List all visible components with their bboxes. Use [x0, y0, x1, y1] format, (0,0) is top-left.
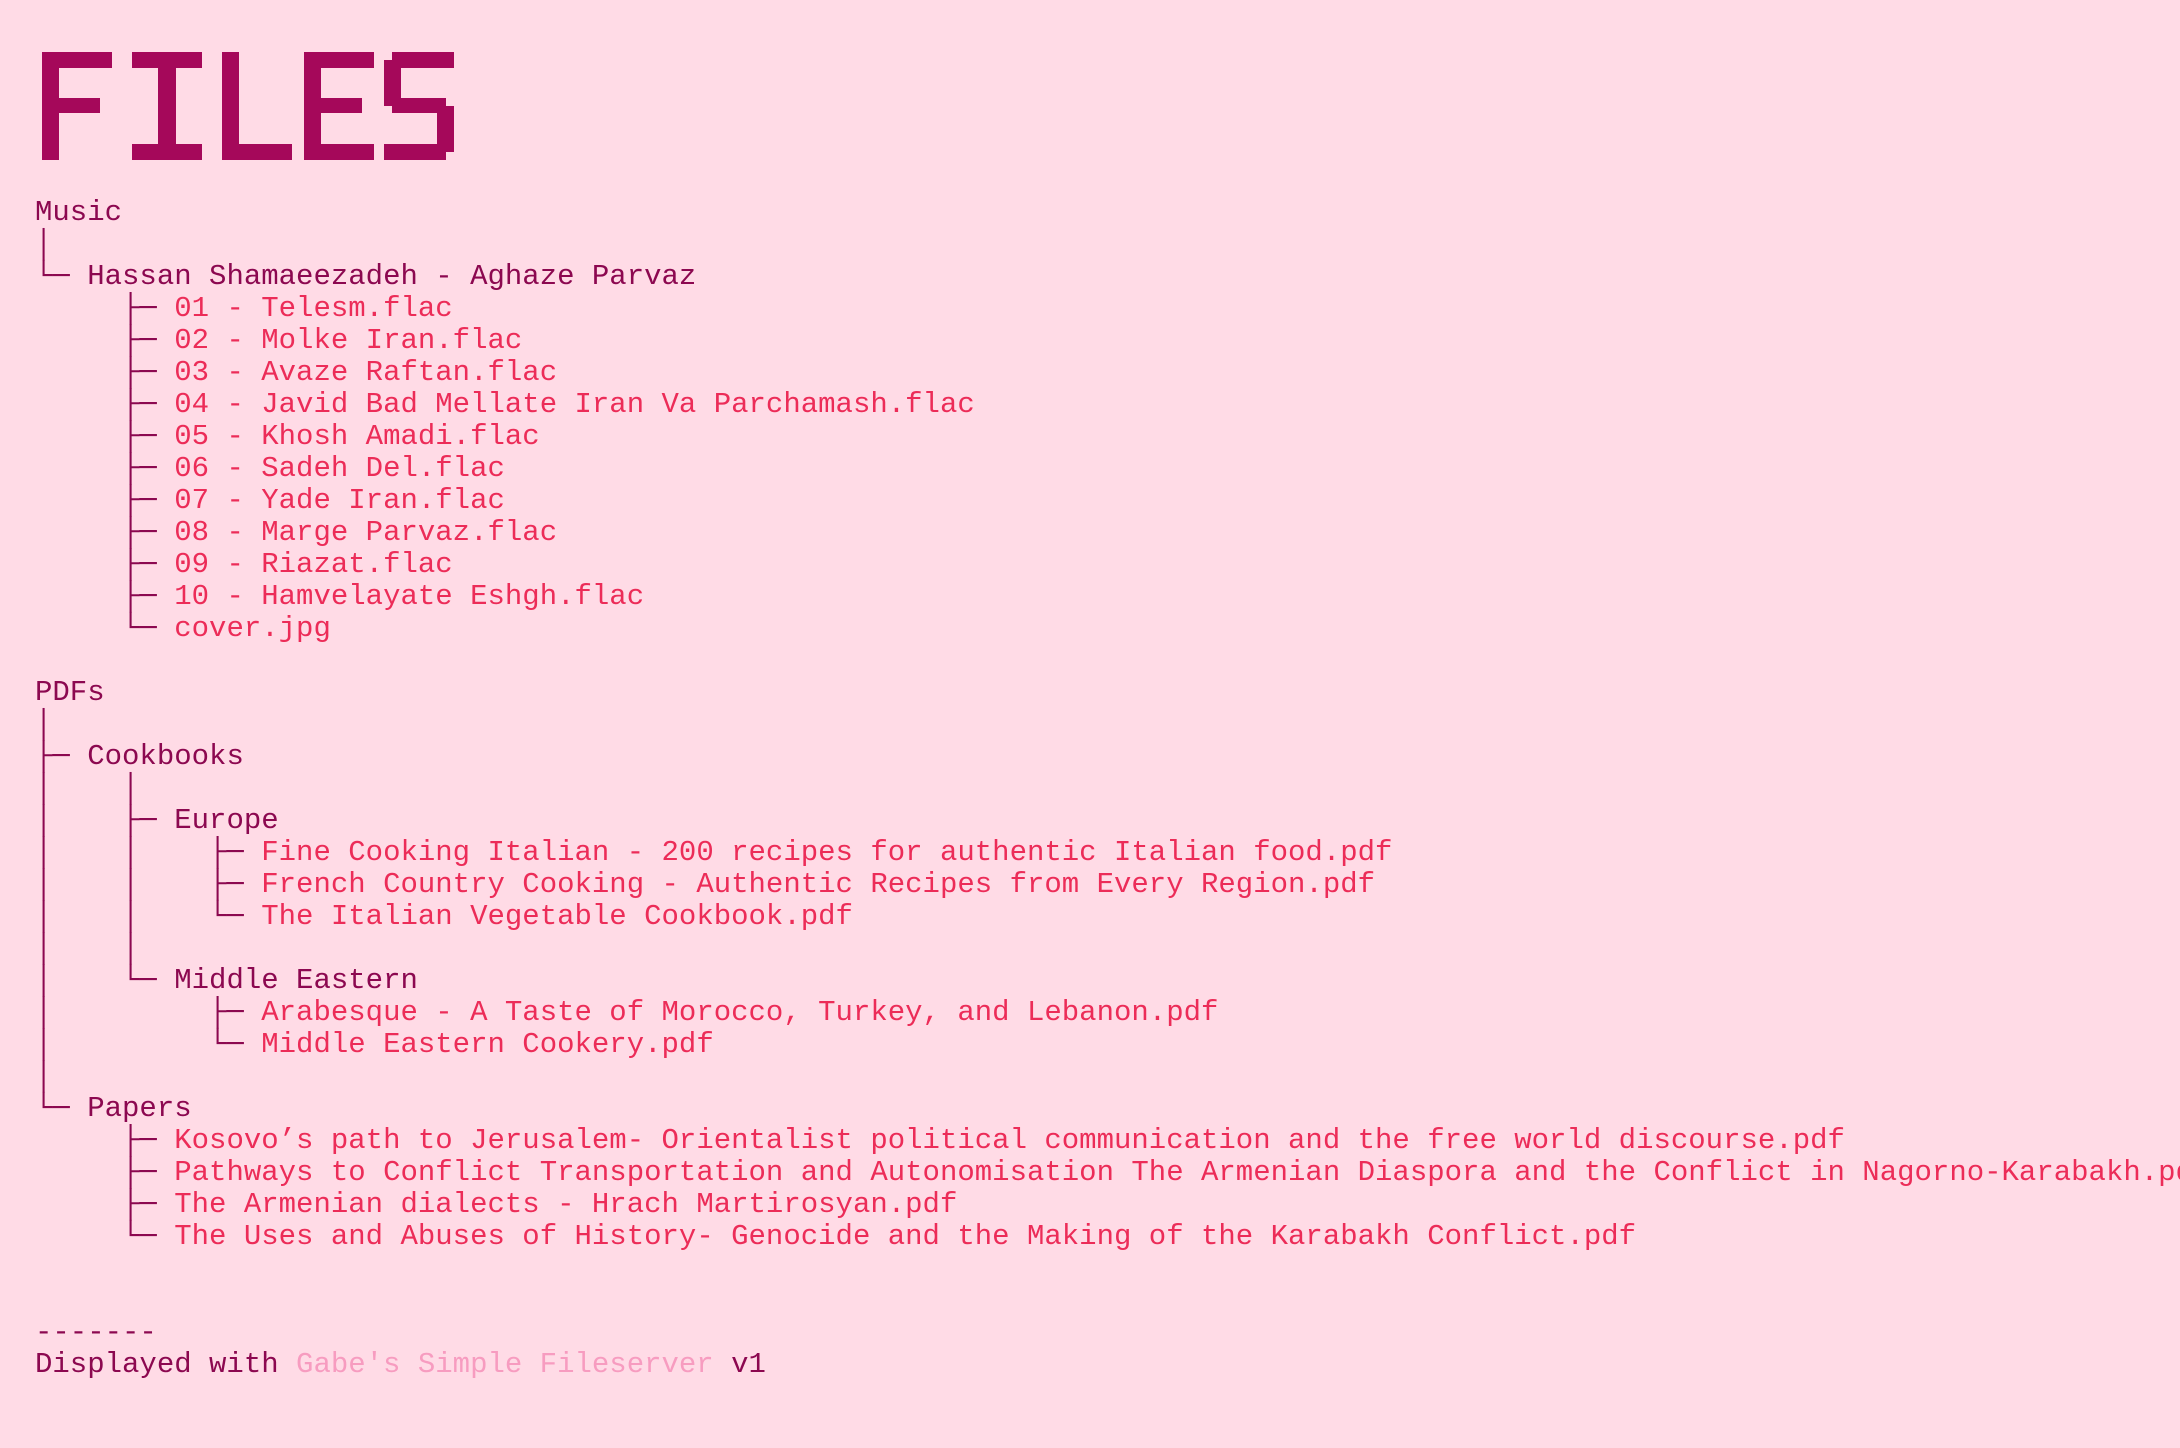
- tree-connector: ├─: [35, 324, 175, 357]
- file-link[interactable]: Pathways to Conflict Transportation and …: [174, 1156, 2180, 1189]
- tree-connector: ├─: [35, 356, 175, 389]
- tree-connector: │ │ ├─: [35, 868, 262, 901]
- folder-papers[interactable]: Papers: [87, 1092, 191, 1125]
- tree-connector: └─: [35, 1092, 88, 1125]
- file-link[interactable]: 06 - Sadeh Del.flac: [174, 452, 505, 485]
- fileserver-link[interactable]: Gabe's Simple Fileserver: [296, 1348, 714, 1381]
- file-link[interactable]: Middle Eastern Cookery.pdf: [261, 1028, 713, 1061]
- tree-connector: ├─: [35, 484, 175, 517]
- footer-divider: -------: [35, 1316, 157, 1349]
- tree-connector: ├─: [35, 388, 175, 421]
- file-link[interactable]: 03 - Avaze Raftan.flac: [174, 356, 557, 389]
- tree-connector: ├─: [35, 1156, 175, 1189]
- tree-connector: ├─: [35, 292, 175, 325]
- tree-connector: ├─: [35, 1124, 175, 1157]
- file-tree: Music │ └─ Hassan Shamaeezadeh - Aghaze …: [35, 197, 2180, 1381]
- tree-connector: ├─: [35, 740, 88, 773]
- tree-connector: │ │: [35, 772, 140, 805]
- tree-connector: │: [35, 708, 53, 741]
- tree-connector: │ │: [35, 932, 140, 965]
- file-listing-page: Music │ └─ Hassan Shamaeezadeh - Aghaze …: [0, 0, 2180, 1448]
- tree-connector: │ │ ├─: [35, 836, 262, 869]
- tree-connector: ├─: [35, 420, 175, 453]
- folder-pdfs[interactable]: PDFs: [35, 676, 105, 709]
- file-link[interactable]: 01 - Telesm.flac: [174, 292, 452, 325]
- folder-cookbooks[interactable]: Cookbooks: [87, 740, 244, 773]
- file-link[interactable]: Fine Cooking Italian - 200 recipes for a…: [261, 836, 1392, 869]
- file-link[interactable]: The Armenian dialects - Hrach Martirosya…: [174, 1188, 957, 1221]
- tree-connector: ├─: [35, 548, 175, 581]
- file-link[interactable]: The Italian Vegetable Cookbook.pdf: [261, 900, 853, 933]
- tree-connector: │: [35, 1060, 53, 1093]
- tree-connector: ├─: [35, 452, 175, 485]
- tree-connector: ├─: [35, 580, 175, 613]
- file-link[interactable]: 08 - Marge Parvaz.flac: [174, 516, 557, 549]
- tree-connector: │ ├─: [35, 804, 175, 837]
- files-logo: [42, 52, 454, 160]
- tree-connector: └─: [35, 1220, 175, 1253]
- file-link[interactable]: 09 - Riazat.flac: [174, 548, 452, 581]
- footer-version: v1: [713, 1348, 766, 1381]
- file-link[interactable]: Kosovo’s path to Jerusalem- Orientalist …: [174, 1124, 1845, 1157]
- tree-connector: │ ├─: [35, 996, 262, 1029]
- tree-connector: │: [35, 228, 53, 261]
- file-link[interactable]: The Uses and Abuses of History- Genocide…: [174, 1220, 1636, 1253]
- file-link[interactable]: 02 - Molke Iran.flac: [174, 324, 522, 357]
- tree-connector: └─: [35, 612, 175, 645]
- folder-music[interactable]: Music: [35, 196, 122, 229]
- file-link[interactable]: 05 - Khosh Amadi.flac: [174, 420, 539, 453]
- file-link[interactable]: cover.jpg: [174, 612, 331, 645]
- tree-connector: ├─: [35, 1188, 175, 1221]
- file-link[interactable]: 07 - Yade Iran.flac: [174, 484, 505, 517]
- tree-connector: │ └─: [35, 964, 175, 997]
- folder-album[interactable]: Hassan Shamaeezadeh - Aghaze Parvaz: [87, 260, 696, 293]
- file-link[interactable]: French Country Cooking - Authentic Recip…: [261, 868, 1375, 901]
- folder-middle-eastern[interactable]: Middle Eastern: [174, 964, 418, 997]
- folder-europe[interactable]: Europe: [174, 804, 278, 837]
- tree-connector: └─: [35, 260, 88, 293]
- tree-connector: ├─: [35, 516, 175, 549]
- tree-connector: │ │ └─: [35, 900, 262, 933]
- file-link[interactable]: 10 - Hamvelayate Eshgh.flac: [174, 580, 644, 613]
- footer-prefix: Displayed with: [35, 1348, 297, 1381]
- file-link[interactable]: 04 - Javid Bad Mellate Iran Va Parchamas…: [174, 388, 975, 421]
- file-link[interactable]: Arabesque - A Taste of Morocco, Turkey, …: [261, 996, 1218, 1029]
- tree-connector: │ └─: [35, 1028, 262, 1061]
